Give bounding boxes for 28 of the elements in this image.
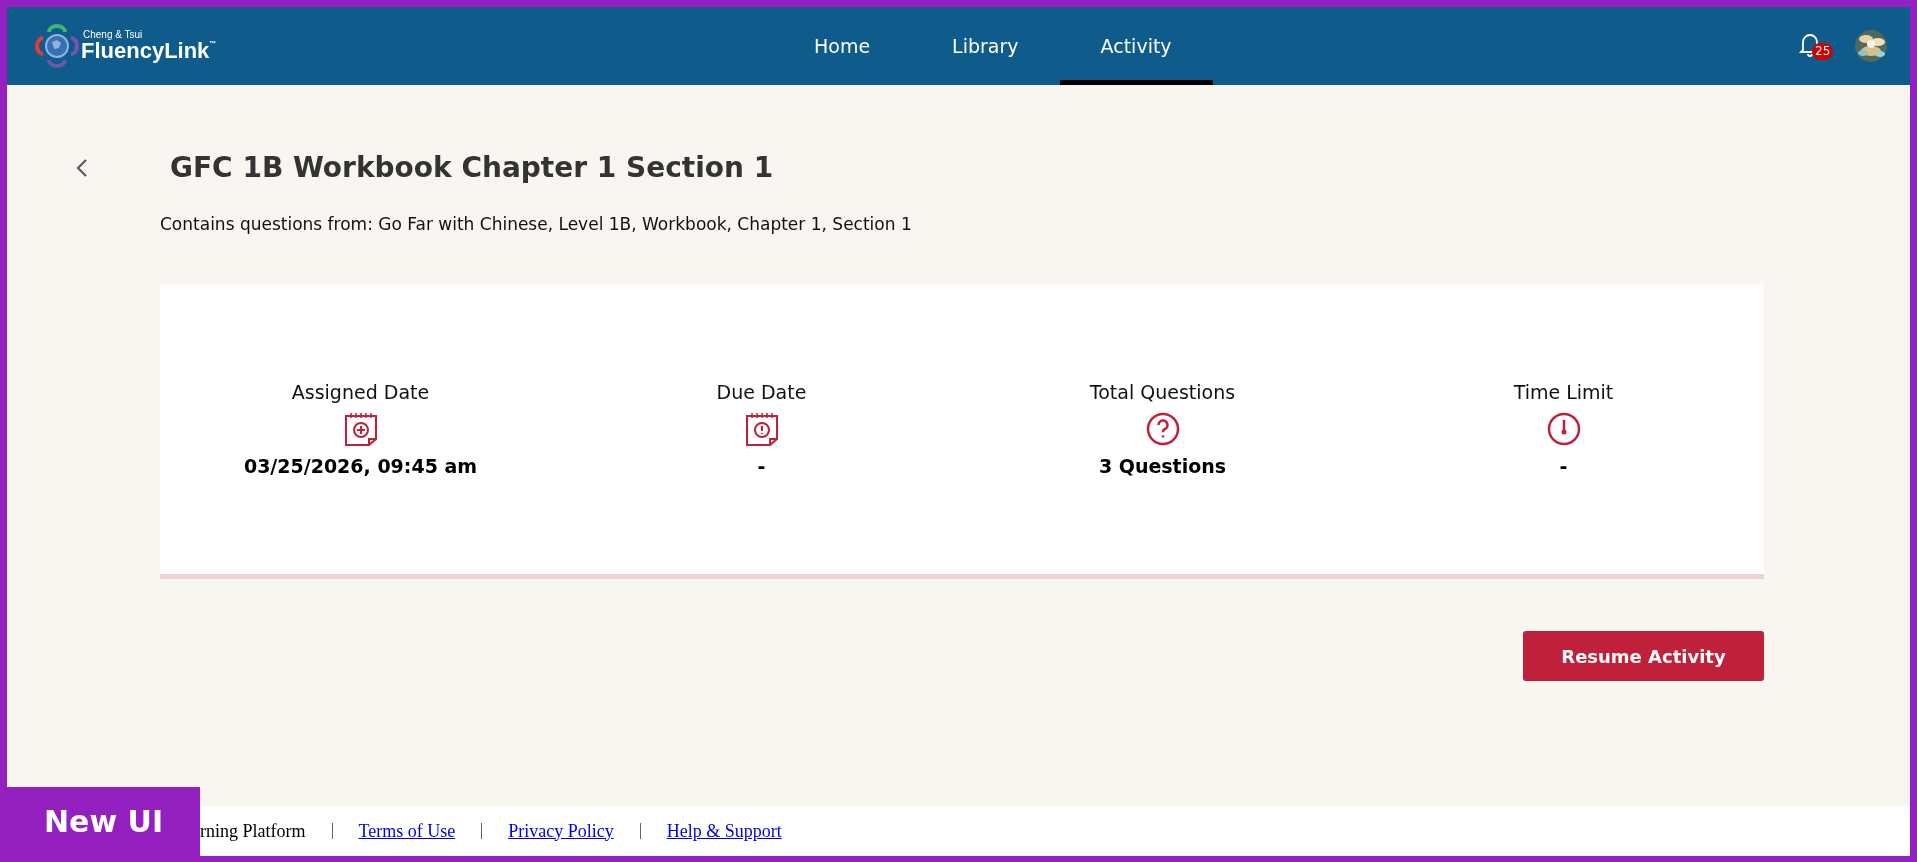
- question-circle-icon: [1144, 411, 1181, 447]
- nav-tab[interactable]: Activity: [1059, 7, 1213, 85]
- footer-text: rning Platform: [200, 820, 306, 842]
- globe-logo-icon: [35, 24, 79, 68]
- stat-value: -: [1559, 455, 1568, 477]
- footer-link[interactable]: Privacy Policy: [508, 820, 614, 842]
- stat-label: Time Limit: [1513, 381, 1614, 403]
- timer-icon: [1545, 411, 1582, 447]
- stat-value: 3 Questions: [1098, 455, 1227, 477]
- logo-tagline: Cheng & Tsui: [83, 30, 144, 40]
- calendar-plus-icon: [342, 411, 379, 447]
- page-title: GFC 1B Workbook Chapter 1 Section 1: [170, 151, 774, 184]
- new-ui-badge: New UI: [7, 787, 200, 856]
- back-chevron-icon[interactable]: [76, 157, 88, 178]
- footer-link[interactable]: Help & Support: [666, 820, 782, 842]
- nav-tab[interactable]: Home: [773, 7, 912, 85]
- calendar-alert-icon: [743, 411, 780, 447]
- resume-activity-button[interactable]: Resume Activity: [1523, 631, 1764, 681]
- stat-label: Assigned Date: [291, 381, 430, 403]
- stat-value: 03/25/2026, 09:45 am: [243, 455, 478, 477]
- stat-value: -: [757, 455, 766, 477]
- logo-name: FluencyLink$^{™}$: [81, 40, 217, 62]
- nav-tab[interactable]: Library: [911, 7, 1060, 85]
- stat-label: Due Date: [716, 381, 807, 403]
- notification-count: 25: [1812, 43, 1834, 60]
- stat-label: Total Questions: [1089, 381, 1236, 403]
- page-subtitle: Contains questions from: Go Far with Chinese, Level 1B, Workbook, Chapter 1, Section 1: [160, 214, 913, 234]
- footer-link[interactable]: Terms of Use: [358, 820, 456, 842]
